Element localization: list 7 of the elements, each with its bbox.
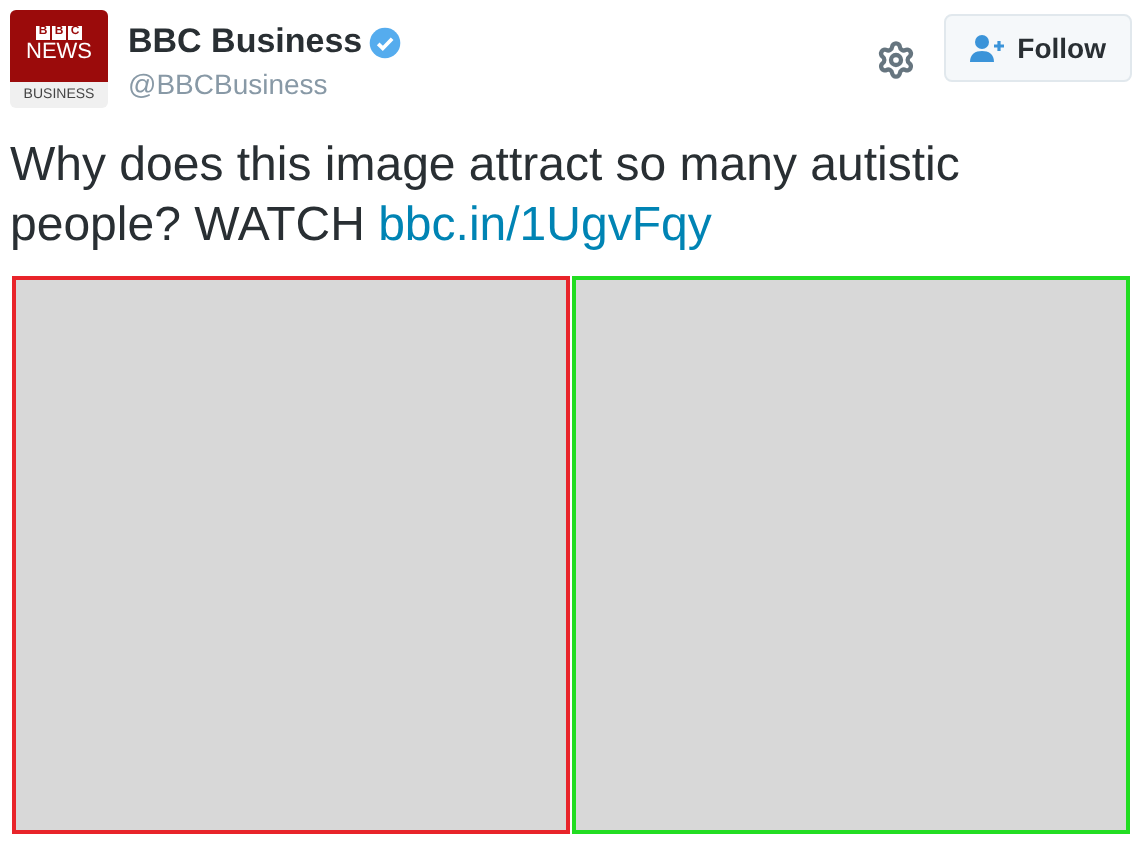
tweet-link[interactable]: bbc.in/1UgvFqy [378, 198, 712, 252]
logo-text: NEWS [26, 40, 92, 66]
account-name[interactable]: BBC Business [128, 22, 363, 62]
tweet-text: Why does this image attract so many autistic people? WATCH bbc.in/1UgvFqy [8, 136, 962, 256]
settings-icon[interactable] [875, 40, 916, 80]
add-user-icon [969, 34, 1006, 62]
follow-button[interactable]: Follow [943, 14, 1132, 82]
